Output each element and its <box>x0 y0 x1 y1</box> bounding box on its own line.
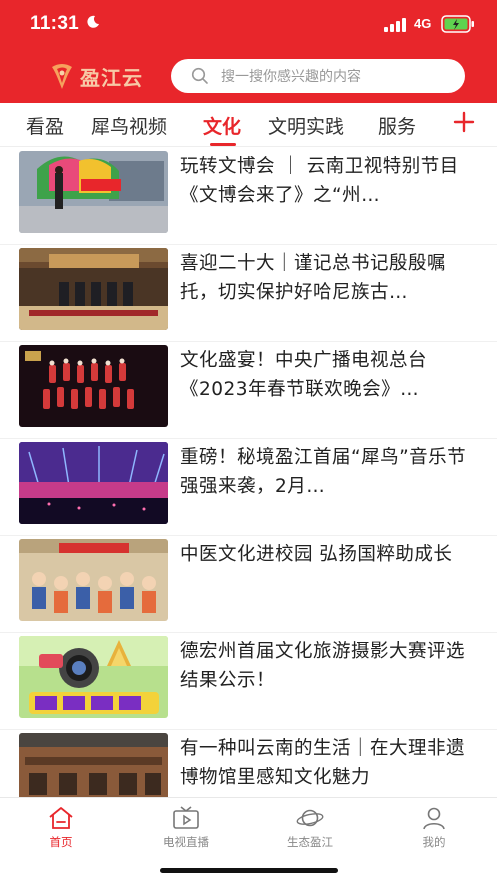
nav-mine[interactable]: 我的 <box>389 806 479 850</box>
logo-mark-icon <box>52 64 72 89</box>
tab-kanying[interactable]: 看盈 <box>26 112 64 139</box>
news-item[interactable]: 玩转文博会 ｜ 云南卫视特别节目《文博会来了》之“州… <box>0 148 497 245</box>
tab-service[interactable]: 服务 <box>378 112 416 139</box>
tab-civilization-practice[interactable]: 文明实践 <box>268 112 344 139</box>
user-icon <box>423 807 445 830</box>
tv-icon <box>173 806 199 829</box>
news-item[interactable]: 文化盛宴！中央广播电视总台《2023年春节联欢晚会》… <box>0 342 497 439</box>
news-thumbnail <box>19 442 168 524</box>
search-icon <box>191 67 208 84</box>
news-thumbnail <box>19 345 168 427</box>
tab-culture[interactable]: 文化 <box>203 112 241 139</box>
news-title: 重磅！秘境盈江首届“犀鸟”音乐节强强来袭，2月… <box>180 447 467 497</box>
search-bar[interactable]: 搜一搜你感兴趣的内容 <box>171 59 465 93</box>
search-placeholder: 搜一搜你感兴趣的内容 <box>221 69 361 85</box>
news-item[interactable]: 重磅！秘境盈江首届“犀鸟”音乐节强强来袭，2月… <box>0 439 497 536</box>
network-type: 4G <box>414 16 432 31</box>
news-title: 文化盛宴！中央广播电视总台《2023年春节联欢晚会》… <box>180 350 428 400</box>
home-icon <box>49 807 73 829</box>
news-title: 德宏州首届文化旅游摄影大赛评选结果公示！ <box>180 641 466 691</box>
nav-home[interactable]: 首页 <box>16 806 106 850</box>
logo-text: 盈江云 <box>80 65 143 90</box>
app-header: 11:31 4G 盈江云 搜一搜你感兴趣的内容 <box>0 0 497 103</box>
signal-icon <box>384 18 406 32</box>
battery-icon <box>441 15 474 33</box>
news-thumbnail <box>19 151 168 233</box>
planet-icon <box>296 809 324 827</box>
nav-tv-live[interactable]: 电视直播 <box>141 806 231 850</box>
news-thumbnail <box>19 248 168 330</box>
news-item[interactable]: 中医文化进校园 弘扬国粹助成长 <box>0 536 497 633</box>
nav-label: 电视直播 <box>163 835 209 849</box>
nav-ecology[interactable]: 生态盈江 <box>265 806 355 850</box>
status-bar: 11:31 4G <box>0 0 497 50</box>
category-tabs: 看盈 犀鸟视频 文化 文明实践 服务 <box>0 103 497 147</box>
news-title: 喜迎二十大｜谨记总书记殷殷嘱托，切实保护好哈尼族古… <box>180 253 447 303</box>
nav-label: 生态盈江 <box>287 835 333 849</box>
tab-xiniao-video[interactable]: 犀鸟视频 <box>91 112 167 139</box>
active-tab-indicator <box>210 143 236 146</box>
news-thumbnail <box>19 539 168 621</box>
app-logo[interactable]: 盈江云 <box>48 60 143 92</box>
news-item[interactable]: 喜迎二十大｜谨记总书记殷殷嘱托，切实保护好哈尼族古… <box>0 245 497 342</box>
status-time: 11:31 <box>30 13 80 34</box>
news-title: 中医文化进校园 弘扬国粹助成长 <box>180 544 453 565</box>
news-title: 玩转文博会 ｜ 云南卫视特别节目《文博会来了》之“州… <box>180 156 459 206</box>
moon-icon <box>87 15 99 28</box>
add-channel-icon[interactable] <box>452 110 476 134</box>
news-item[interactable]: 德宏州首届文化旅游摄影大赛评选结果公示！ <box>0 633 497 730</box>
nav-label: 首页 <box>49 835 73 849</box>
news-title: 有一种叫云南的生活｜在大理非遗博物馆里感知文化魅力 <box>180 738 466 788</box>
news-thumbnail <box>19 636 168 718</box>
nav-label: 我的 <box>422 835 446 849</box>
home-indicator <box>160 868 338 873</box>
